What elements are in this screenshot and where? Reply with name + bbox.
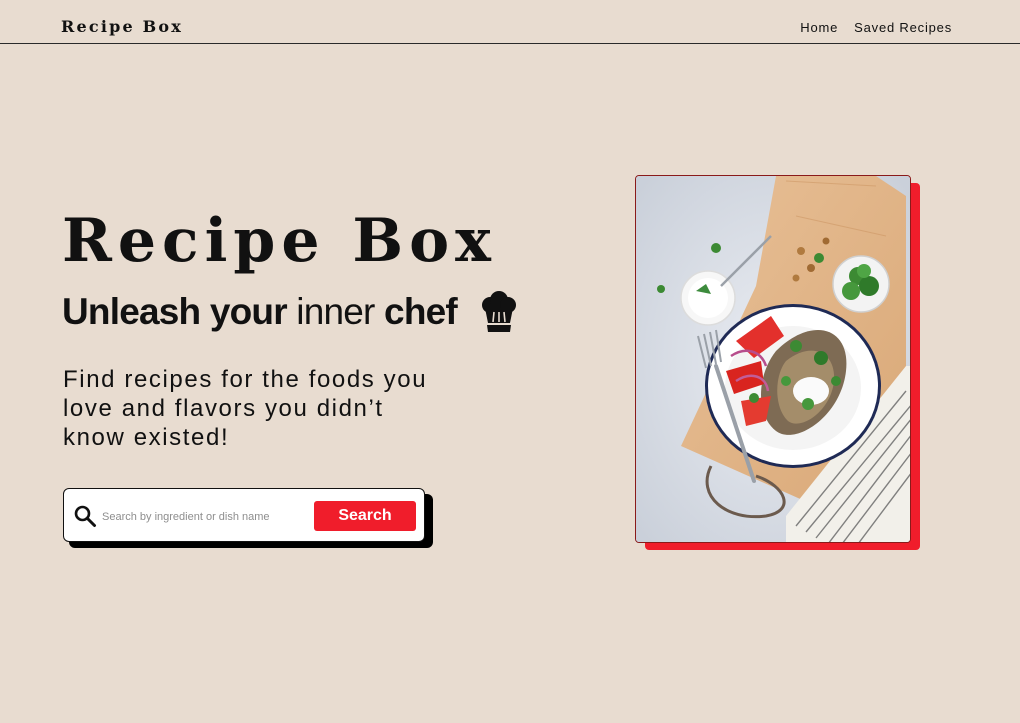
search-button[interactable]: Search: [314, 501, 416, 531]
main-nav: Home Saved Recipes: [800, 20, 952, 35]
landing-page: Recipe Box Home Saved Recipes Recipe Box…: [0, 0, 1020, 723]
chef-hat-icon: [479, 290, 519, 334]
tagline-part-2: inner: [296, 291, 375, 332]
tagline-part-3: chef: [384, 291, 458, 332]
hero-title: Recipe Box: [62, 206, 497, 276]
search-input[interactable]: [102, 507, 307, 527]
nav-link-saved-recipes[interactable]: Saved Recipes: [854, 20, 952, 35]
nav-link-home[interactable]: Home: [800, 20, 838, 35]
hero-description: Find recipes for the foods you love and …: [63, 366, 428, 451]
search-icon: [73, 504, 97, 528]
tagline-part-1: Unleash your: [62, 291, 288, 332]
search-box: Search: [63, 488, 425, 542]
feature-food-image: [635, 175, 911, 543]
hero-tagline: Unleash your inner chef: [62, 290, 519, 334]
top-nav-bar: Recipe Box Home Saved Recipes: [0, 0, 1020, 44]
brand-logo[interactable]: Recipe Box: [61, 17, 183, 36]
